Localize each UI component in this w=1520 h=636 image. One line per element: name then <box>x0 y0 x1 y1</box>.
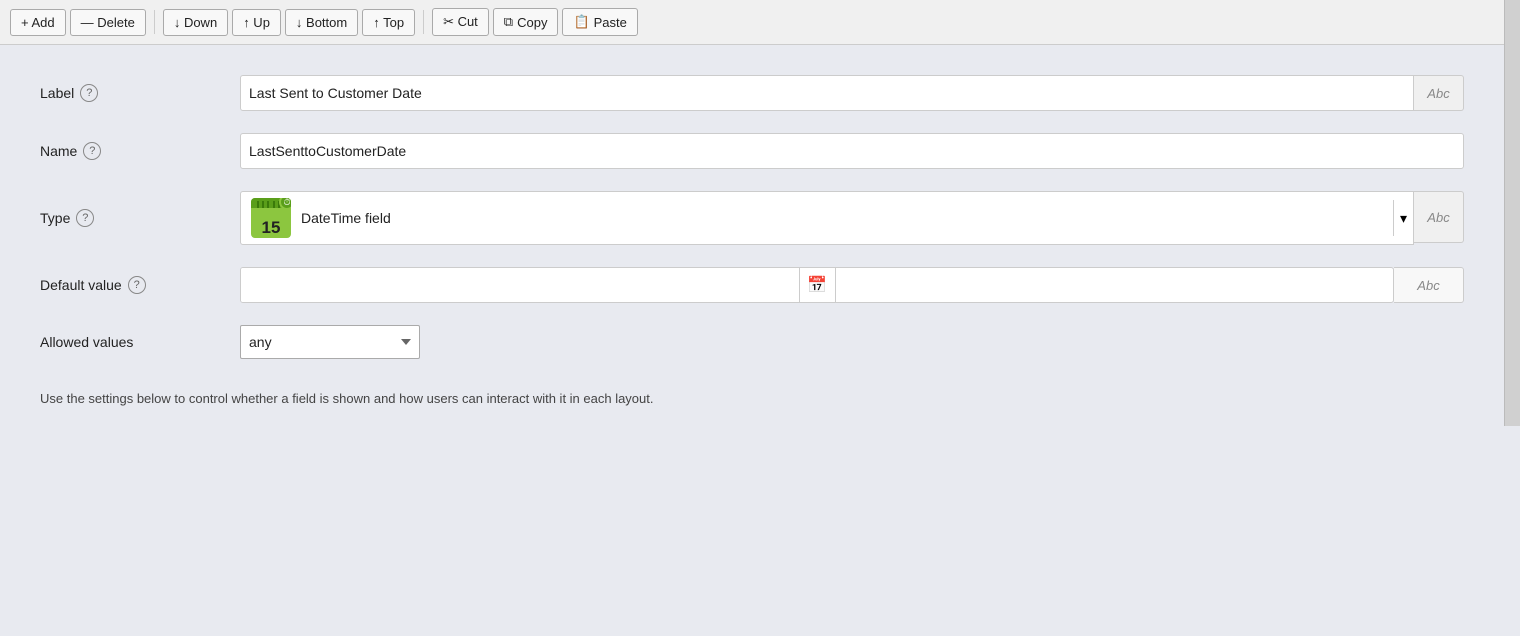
name-row: Name ? <box>40 133 1464 169</box>
default-value-label: Default value ? <box>40 276 240 294</box>
toolbar: + Add — Delete ↓ Down ↑ Up ↓ Bottom ↑ To… <box>0 0 1504 45</box>
default-value-input-wrapper: 📅 <box>240 267 1394 303</box>
label-field-label: Label ? <box>40 84 240 102</box>
main-content: Label ? Abc Name ? <box>0 45 1504 426</box>
down-button[interactable]: ↓ Down <box>163 9 228 36</box>
datetime-icon: ⏱ 15 <box>251 198 291 238</box>
paste-label: Paste <box>594 15 627 30</box>
name-field-wrapper <box>240 133 1464 169</box>
type-select-outer: ⏱ 15 DateTime field ▾ Abc <box>240 191 1464 245</box>
bottom-label: ↓ Bottom <box>296 15 347 30</box>
label-help-icon[interactable]: ? <box>80 84 98 102</box>
top-button[interactable]: ↑ Top <box>362 9 415 36</box>
bottom-button[interactable]: ↓ Bottom <box>285 9 358 36</box>
allowed-values-select[interactable]: any range list <box>240 325 420 359</box>
label-abc-badge: Abc <box>1414 75 1464 111</box>
default-value-row: Default value ? 📅 Abc <box>40 267 1464 303</box>
default-value-field-wrapper: 📅 Abc <box>240 267 1464 303</box>
name-field-label: Name ? <box>40 142 240 160</box>
default-abc-button[interactable]: Abc <box>1394 267 1464 303</box>
name-help-icon[interactable]: ? <box>83 142 101 160</box>
type-dropdown[interactable]: ⏱ 15 DateTime field ▾ <box>240 191 1414 245</box>
up-button[interactable]: ↑ Up <box>232 9 281 36</box>
add-button[interactable]: + Add <box>10 9 66 36</box>
type-field-label: Type ? <box>40 209 240 227</box>
separator-1 <box>154 10 155 34</box>
name-input[interactable] <box>240 133 1464 169</box>
top-label: ↑ Top <box>373 15 404 30</box>
up-label: ↑ Up <box>243 15 270 30</box>
allowed-values-field-wrapper: any range list <box>240 325 1464 359</box>
type-abc-badge: Abc <box>1414 191 1464 243</box>
paste-icon: 📋 <box>573 14 589 30</box>
copy-label: Copy <box>517 15 547 30</box>
paste-button[interactable]: 📋 Paste <box>562 8 637 36</box>
default-value-second-input[interactable] <box>835 268 1394 302</box>
default-value-help-icon[interactable]: ? <box>128 276 146 294</box>
cut-label: ✂ Cut <box>443 14 478 30</box>
type-value: DateTime field <box>301 210 1383 226</box>
copy-icon: ⧉ <box>504 14 513 30</box>
footer-text: Use the settings below to control whethe… <box>40 381 1464 406</box>
type-field-wrapper: ⏱ 15 DateTime field ▾ Abc <box>240 191 1464 245</box>
type-dropdown-arrow[interactable]: ▾ <box>1393 200 1413 236</box>
type-help-icon[interactable]: ? <box>76 209 94 227</box>
delete-label: — Delete <box>81 15 135 30</box>
down-label: ↓ Down <box>174 15 217 30</box>
label-row: Label ? Abc <box>40 75 1464 111</box>
separator-2 <box>423 10 424 34</box>
allowed-values-label: Allowed values <box>40 334 240 350</box>
label-input[interactable] <box>240 75 1414 111</box>
scrollbar-track[interactable] <box>1504 0 1520 426</box>
cut-button[interactable]: ✂ Cut <box>432 8 489 36</box>
delete-button[interactable]: — Delete <box>70 9 146 36</box>
allowed-values-row: Allowed values any range list <box>40 325 1464 359</box>
calendar-icon[interactable]: 📅 <box>799 268 835 302</box>
label-field-wrapper: Abc <box>240 75 1464 111</box>
add-label: + Add <box>21 15 55 30</box>
default-value-input[interactable] <box>241 268 799 302</box>
type-row: Type ? <box>40 191 1464 245</box>
copy-button[interactable]: ⧉ Copy <box>493 8 559 36</box>
